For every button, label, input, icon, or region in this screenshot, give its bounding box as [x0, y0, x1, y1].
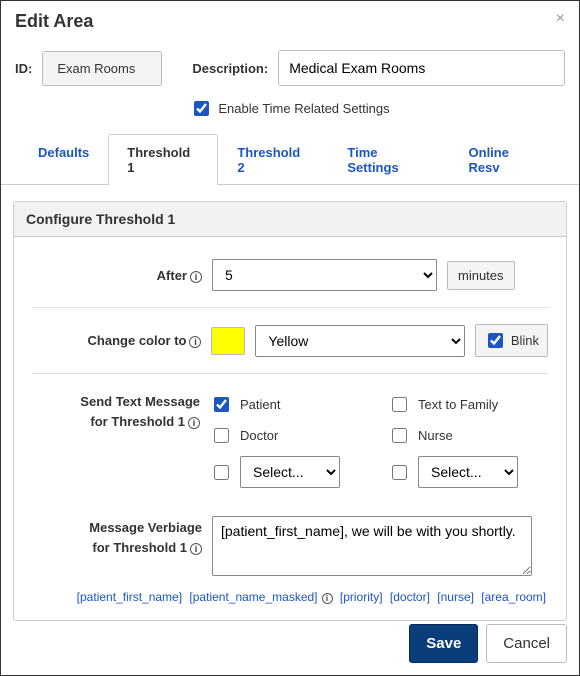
- after-label: Afteri: [32, 268, 202, 283]
- blink-label: Blink: [511, 333, 539, 348]
- token-doctor[interactable]: [doctor]: [390, 590, 430, 604]
- token-nurse[interactable]: [nurse]: [437, 590, 474, 604]
- info-icon[interactable]: i: [190, 543, 202, 555]
- tab-time-settings[interactable]: Time Settings: [328, 134, 449, 185]
- blink-toggle-box: Blink: [475, 324, 548, 357]
- info-icon[interactable]: i: [190, 271, 202, 283]
- enable-time-settings-label: Enable Time Related Settings: [218, 101, 389, 116]
- description-input[interactable]: [278, 50, 565, 86]
- patient-checkbox[interactable]: [214, 397, 229, 412]
- recipient-b-checkbox[interactable]: [392, 465, 407, 480]
- tab-defaults[interactable]: Defaults: [19, 134, 108, 185]
- nurse-label: Nurse: [418, 428, 453, 443]
- dialog-title: Edit Area: [15, 11, 93, 32]
- cancel-button[interactable]: Cancel: [486, 624, 567, 663]
- info-icon[interactable]: i: [189, 336, 201, 348]
- doctor-label: Doctor: [240, 428, 278, 443]
- recipient-a-select[interactable]: Select...: [240, 456, 340, 488]
- color-select[interactable]: Yellow: [255, 325, 464, 357]
- token-patient-name-masked[interactable]: [patient_name_masked]: [189, 590, 317, 604]
- save-button[interactable]: Save: [409, 624, 478, 663]
- close-icon[interactable]: ×: [556, 11, 565, 27]
- verbiage-label: Message Verbiage for Threshold 1i: [32, 516, 202, 557]
- nurse-checkbox[interactable]: [392, 428, 407, 443]
- tab-threshold-2[interactable]: Threshold 2: [218, 134, 328, 185]
- after-minutes-select[interactable]: 5: [212, 259, 437, 291]
- enable-time-settings-checkbox[interactable]: [194, 101, 209, 116]
- color-swatch: [211, 327, 245, 355]
- doctor-checkbox[interactable]: [214, 428, 229, 443]
- threshold-config-panel: Configure Threshold 1 Afteri 5 minutes C…: [13, 201, 567, 621]
- recipient-grid: Patient Text to Family Doctor Nurse Sele…: [210, 390, 548, 500]
- tab-threshold-1[interactable]: Threshold 1: [108, 134, 218, 185]
- tab-online-resv[interactable]: Online Resv: [450, 134, 561, 185]
- info-icon[interactable]: i: [188, 417, 200, 429]
- id-label: ID:: [15, 61, 32, 76]
- token-priority[interactable]: [priority]: [340, 590, 383, 604]
- info-icon[interactable]: i: [322, 593, 333, 604]
- blink-checkbox[interactable]: [488, 333, 503, 348]
- text-family-label: Text to Family: [418, 397, 498, 412]
- token-helpers: [patient_first_name] [patient_name_maske…: [32, 584, 548, 612]
- token-area-room[interactable]: [area_room]: [481, 590, 546, 604]
- recipient-a-checkbox[interactable]: [214, 465, 229, 480]
- patient-label: Patient: [240, 397, 280, 412]
- id-readonly-field: Exam Rooms: [42, 51, 162, 86]
- message-verbiage-textarea[interactable]: [212, 516, 532, 576]
- tab-bar: Defaults Threshold 1 Threshold 2 Time Se…: [1, 133, 579, 185]
- send-text-label: Send Text Message for Threshold 1i: [32, 390, 200, 431]
- after-unit: minutes: [447, 261, 515, 290]
- token-patient-first-name[interactable]: [patient_first_name]: [77, 590, 182, 604]
- text-family-checkbox[interactable]: [392, 397, 407, 412]
- description-label: Description:: [192, 61, 268, 76]
- panel-title: Configure Threshold 1: [14, 202, 566, 237]
- change-color-label: Change color toi: [32, 333, 201, 348]
- dialog-footer: Save Cancel: [409, 624, 567, 663]
- recipient-b-select[interactable]: Select...: [418, 456, 518, 488]
